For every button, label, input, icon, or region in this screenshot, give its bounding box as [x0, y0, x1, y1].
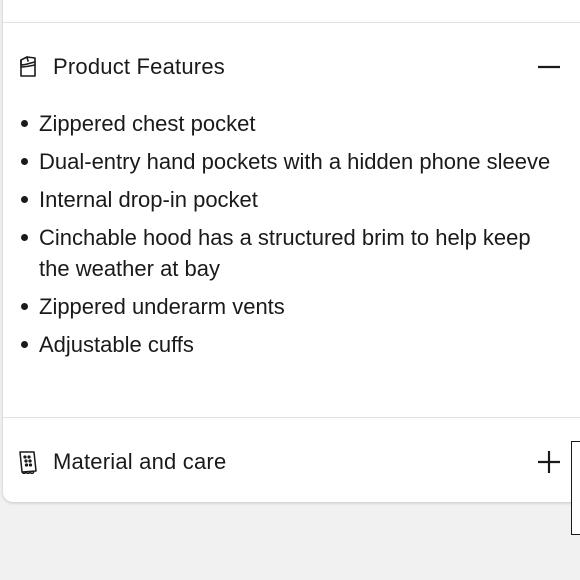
plus-icon[interactable]	[535, 448, 563, 476]
care-label-icon	[16, 450, 40, 474]
material-care-title: Material and care	[53, 449, 227, 474]
bullet-icon	[21, 120, 28, 127]
bullet-icon	[21, 196, 28, 203]
bullet-icon	[21, 234, 28, 241]
product-features-header[interactable]: Product Features	[0, 47, 580, 87]
section-divider	[3, 417, 580, 418]
list-item: Zippered chest pocket	[0, 108, 580, 139]
list-item: Zippered underarm vents	[0, 291, 580, 322]
list-item: Cinchable hood has a structured brim to …	[0, 222, 580, 284]
list-item: Adjustable cuffs	[0, 329, 580, 360]
product-features-title: Product Features	[53, 54, 225, 79]
bullet-icon	[21, 341, 28, 348]
list-item: Dual-entry hand pockets with a hidden ph…	[0, 146, 580, 177]
minus-icon[interactable]	[535, 53, 563, 81]
bullet-icon	[21, 158, 28, 165]
list-item: Internal drop-in pocket	[0, 184, 580, 215]
bullet-icon	[21, 303, 28, 310]
jacket-icon	[16, 55, 40, 79]
side-panel-edge	[571, 441, 580, 535]
product-features-list: Zippered chest pocket Dual-entry hand po…	[0, 108, 580, 367]
material-care-header[interactable]: Material and care	[0, 442, 580, 482]
top-divider	[3, 22, 580, 23]
